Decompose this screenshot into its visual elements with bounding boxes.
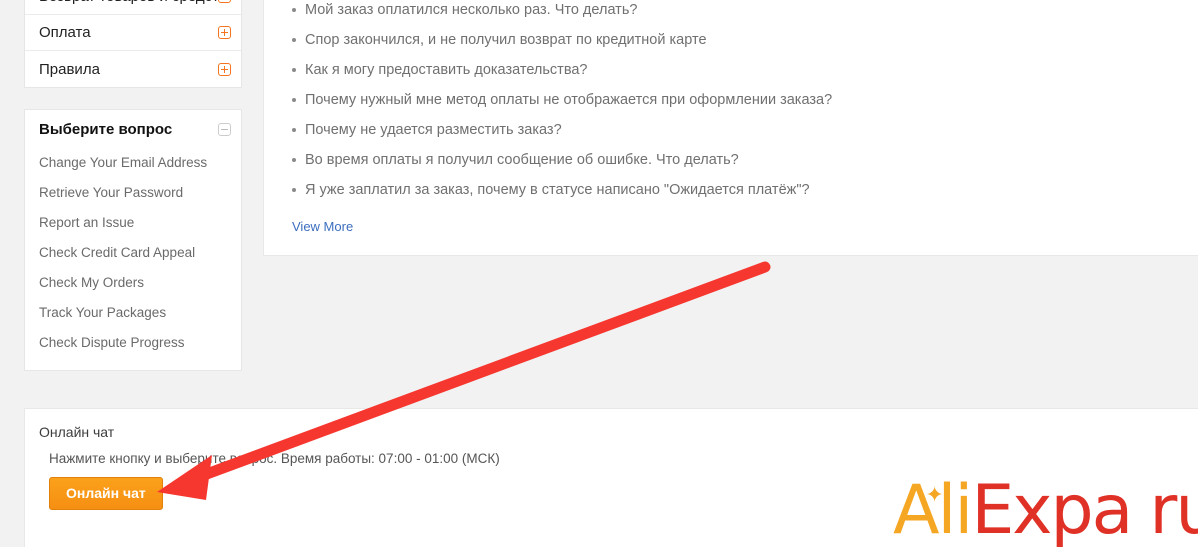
sidebar-question-item-6[interactable]: Check Dispute Progress (25, 328, 241, 358)
plus-icon[interactable] (218, 0, 231, 3)
sidebar-questions-card: Выберите вопрос Change Your Email Addres… (24, 109, 242, 371)
plus-icon[interactable] (218, 26, 231, 39)
faq-item[interactable]: Почему не удается разместить заказ? (264, 120, 1198, 150)
sidebar-question-item-3[interactable]: Check Credit Card Appeal (25, 238, 241, 268)
sidebar-category-card: Возврат товаров и средств Оплата Правила (24, 0, 242, 88)
sidebar: Возврат товаров и средств Оплата Правила… (24, 0, 242, 371)
sidebar-question-item-2[interactable]: Report an Issue (25, 208, 241, 238)
faq-item[interactable]: Почему нужный мне метод оплаты не отобра… (264, 90, 1198, 120)
faq-list: Мой заказ оплатился несколько раз. Что д… (264, 0, 1198, 210)
sidebar-question-item-1[interactable]: Retrieve Your Password (25, 178, 241, 208)
sidebar-question-item-5[interactable]: Track Your Packages (25, 298, 241, 328)
sidebar-category-label: Правила (39, 60, 100, 78)
online-chat-hours: Нажмите кнопку и выберите вопрос. Время … (49, 451, 500, 466)
sidebar-category-row-0[interactable]: Возврат товаров и средств (25, 0, 241, 15)
watermark-logo: AliExpa ru (893, 477, 1198, 545)
faq-item[interactable]: Как я могу предоставить доказательства? (264, 60, 1198, 90)
plus-icon[interactable] (218, 62, 231, 76)
sidebar-questions-header[interactable]: Выберите вопрос (25, 110, 241, 148)
view-more-link[interactable]: View More (292, 219, 353, 234)
online-chat-title: Онлайн чат (39, 424, 115, 440)
sidebar-question-item-4[interactable]: Check My Orders (25, 268, 241, 298)
watermark-part-expa: Expa (971, 471, 1133, 547)
sidebar-category-row-2[interactable]: Правила (25, 51, 241, 87)
faq-item[interactable]: Спор закончился, и не получил возврат по… (264, 30, 1198, 60)
page-root: Возврат товаров и средств Оплата Правила… (0, 0, 1198, 547)
watermark-part-ru: ru (1149, 471, 1198, 547)
sidebar-category-label: Оплата (39, 24, 91, 41)
faq-item[interactable]: Мой заказ оплатился несколько раз. Что д… (264, 0, 1198, 30)
sidebar-category-row-1[interactable]: Оплата (25, 15, 241, 51)
minus-icon[interactable] (218, 122, 231, 136)
sidebar-questions-title: Выберите вопрос (39, 120, 173, 138)
sidebar-question-item-0[interactable]: Change Your Email Address (25, 148, 241, 178)
online-chat-button[interactable]: Онлайн чат (49, 477, 163, 510)
sidebar-category-label: Возврат товаров и средств (39, 0, 218, 5)
faq-panel: Мой заказ оплатился несколько раз. Что д… (263, 0, 1198, 256)
faq-item[interactable]: Во время оплаты я получил сообщение об о… (264, 150, 1198, 180)
faq-item[interactable]: Я уже заплатил за заказ, почему в статус… (264, 180, 1198, 210)
